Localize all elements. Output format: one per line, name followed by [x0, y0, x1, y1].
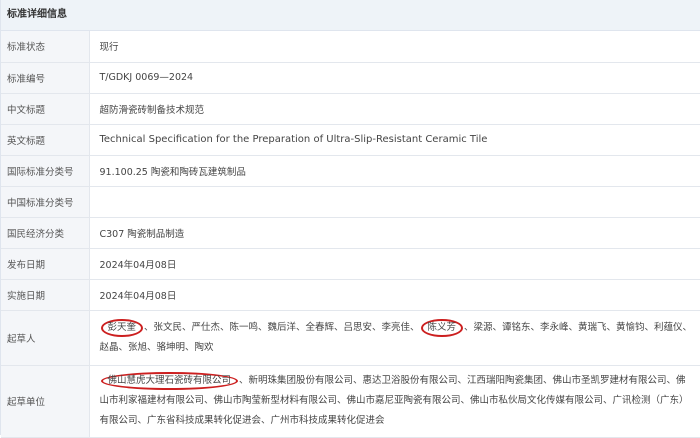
- row-label-en-title: 英文标题: [1, 124, 90, 156]
- table-row: 起草单位 佛山慧虎大理石瓷砖有限公司 、新明珠集团股份有限公司、惠达卫浴股份有限公…: [1, 365, 700, 438]
- row-label-publish-date: 发布日期: [1, 248, 90, 280]
- table-row: 国民经济分类 C307 陶瓷制品制造: [1, 217, 700, 249]
- row-label-cn-title: 中文标题: [1, 93, 90, 125]
- row-value-units: 佛山慧虎大理石瓷砖有限公司 、新明珠集团股份有限公司、惠达卫浴股份有限公司、江西瑞…: [89, 365, 700, 438]
- row-label-economy: 国民经济分类: [1, 217, 90, 249]
- table-row: 起草人 彭天奎 、张文民、严仕杰、陈一鸣、魏后洋、全春辉、吕思安、李亮佳、 陈义芳、…: [1, 310, 700, 366]
- table-row: 英文标题 Technical Specification for the Pre…: [1, 124, 700, 156]
- table-row: 中国标准分类号: [1, 186, 700, 218]
- row-label-units: 起草单位: [1, 365, 90, 438]
- highlighted-drafter: 彭天奎: [100, 318, 144, 337]
- row-value-drafters: 彭天奎 、张文民、严仕杰、陈一鸣、魏后洋、全春辉、吕思安、李亮佳、 陈义芳 、梁源、谭…: [89, 310, 700, 366]
- table-row: 中文标题 超防滑瓷砖制备技术规范: [1, 93, 700, 125]
- row-value-en-title: Technical Specification for the Preparat…: [89, 124, 700, 156]
- row-value-ccs: [89, 186, 700, 218]
- row-value-economy: C307 陶瓷制品制造: [89, 217, 700, 249]
- detail-table: 标准状态 现行 标准编号 T/GDKJ 0069—2024 中文标题 超防滑瓷砖…: [1, 31, 700, 438]
- highlighted-drafter: 陈义芳: [420, 318, 464, 337]
- row-value-status: 现行: [89, 31, 700, 63]
- row-value-cn-title: 超防滑瓷砖制备技术规范: [89, 93, 700, 125]
- row-value-ics: 91.100.25 陶瓷和陶砖瓦建筑制品: [89, 155, 700, 187]
- row-label-implement-date: 实施日期: [1, 279, 90, 311]
- highlighted-unit: 佛山慧虎大理石瓷砖有限公司: [100, 372, 239, 390]
- standard-detail-panel: 标准详细信息 标准状态 现行 标准编号 T/GDKJ 0069—2024 中文标…: [0, 0, 700, 438]
- drafter-list: 、张文民、严仕杰、陈一鸣、魏后洋、全春辉、吕思安、李亮佳、: [144, 321, 420, 333]
- row-label-ccs: 中国标准分类号: [1, 186, 90, 218]
- panel-title: 标准详细信息: [1, 0, 700, 31]
- row-label-drafters: 起草人: [1, 310, 90, 366]
- row-label-number: 标准编号: [1, 62, 90, 94]
- table-row: 实施日期 2024年04月08日: [1, 279, 700, 311]
- table-row: 国际标准分类号 91.100.25 陶瓷和陶砖瓦建筑制品: [1, 155, 700, 187]
- row-value-number: T/GDKJ 0069—2024: [89, 62, 700, 94]
- row-label-status: 标准状态: [1, 31, 90, 63]
- row-label-ics: 国际标准分类号: [1, 155, 90, 187]
- table-row: 发布日期 2024年04月08日: [1, 248, 700, 280]
- row-value-implement-date: 2024年04月08日: [89, 279, 700, 311]
- table-row: 标准编号 T/GDKJ 0069—2024: [1, 62, 700, 94]
- row-value-publish-date: 2024年04月08日: [89, 248, 700, 280]
- table-row: 标准状态 现行: [1, 31, 700, 63]
